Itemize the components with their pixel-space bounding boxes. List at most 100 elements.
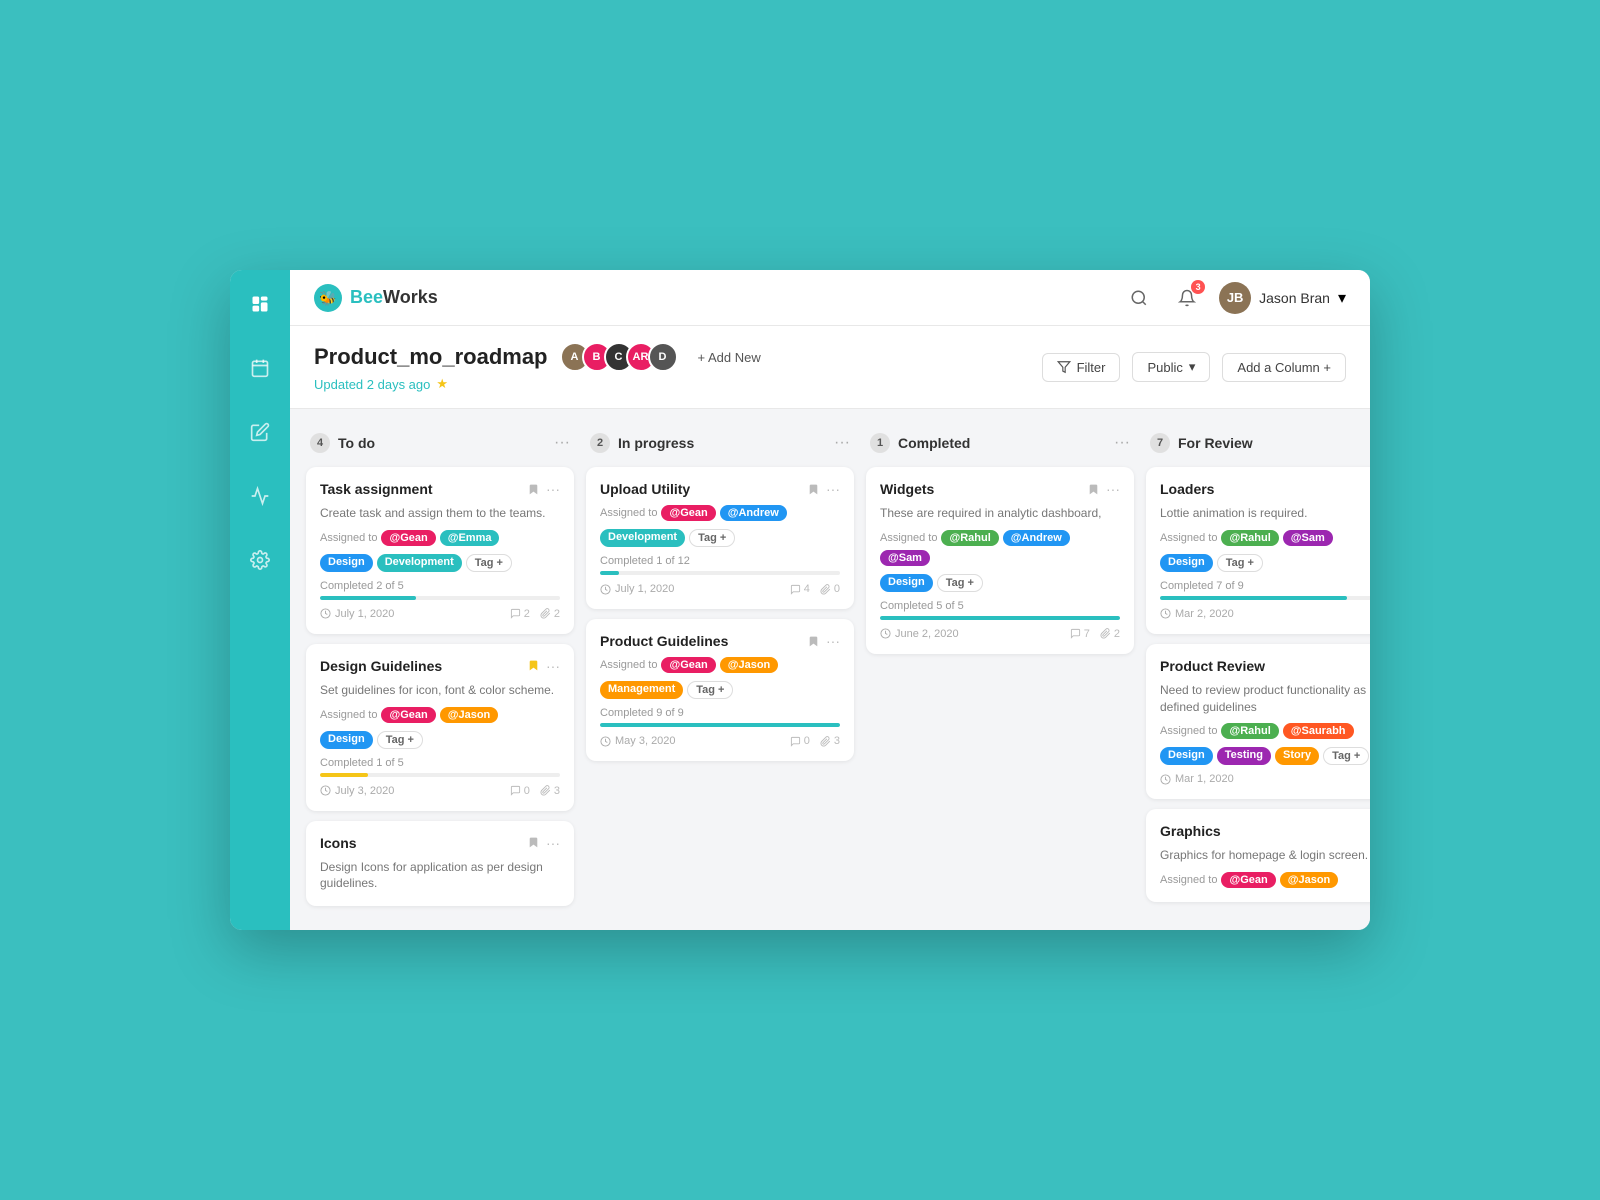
card-header: Design Guidelines ···	[320, 658, 560, 674]
progress-text: Completed 1 of 12	[600, 555, 840, 567]
card-product-guidelines: Product Guidelines ··· Assigned to @Gean…	[586, 619, 854, 761]
attachment-stat: 2	[1100, 628, 1120, 640]
board: 4 To do ··· Task assignment ··· Create t…	[290, 409, 1370, 930]
add-new-button[interactable]: + Add New	[690, 346, 769, 369]
column-title: For Review	[1178, 435, 1370, 451]
tag-design: Design	[320, 554, 373, 572]
filter-button[interactable]: Filter	[1042, 353, 1121, 382]
attachment-stat: 2	[540, 608, 560, 620]
tag-add[interactable]: Tag +	[687, 681, 733, 699]
card-assignees: Assigned to @Gean @Jason	[600, 657, 840, 673]
progress-bar	[320, 596, 560, 600]
assignee-tag: @Gean	[661, 505, 715, 521]
sidebar-item-settings[interactable]	[242, 542, 278, 578]
assignee-tag: @Rahul	[1221, 723, 1278, 739]
sidebar-item-edit[interactable]	[242, 414, 278, 450]
tag-add[interactable]: Tag +	[1217, 554, 1263, 572]
card-stats: 0 3	[790, 735, 840, 747]
card-title: Product Guidelines	[600, 633, 728, 649]
card-header: Upload Utility ···	[600, 481, 840, 497]
app-window: 🐝 BeeWorks 3 JB Jason Bran ▾	[230, 270, 1370, 930]
column-menu[interactable]: ···	[554, 434, 570, 452]
page-header-right: Filter Public ▾ Add a Column +	[1042, 352, 1346, 382]
search-button[interactable]	[1123, 282, 1155, 314]
public-button[interactable]: Public ▾	[1132, 352, 1210, 382]
card-desc: Set guidelines for icon, font & color sc…	[320, 682, 560, 699]
assignee-label: Assigned to	[1160, 874, 1217, 886]
progress-fill	[320, 596, 416, 600]
assignee-label: Assigned to	[880, 532, 937, 544]
card-menu-icon[interactable]: ···	[546, 835, 560, 851]
comment-icon	[1070, 628, 1081, 639]
attachment-icon	[820, 736, 831, 747]
sidebar-item-board[interactable]	[242, 286, 278, 322]
attachment-icon	[540, 785, 551, 796]
card-menu-icon[interactable]: ···	[826, 633, 840, 649]
progress-text: Completed 1 of 5	[320, 757, 560, 769]
progress-fill	[600, 571, 619, 575]
clock-icon	[880, 628, 891, 639]
tag-add[interactable]: Tag +	[466, 554, 512, 572]
tag-add[interactable]: Tag +	[1323, 747, 1369, 765]
card-menu-icon[interactable]: ···	[826, 481, 840, 497]
assignee-tag: @Rahul	[1221, 530, 1278, 546]
dropdown-icon: ▾	[1338, 288, 1346, 308]
tag-add[interactable]: Tag +	[937, 574, 983, 592]
notification-button[interactable]: 3	[1171, 282, 1203, 314]
column-menu[interactable]: ···	[834, 434, 850, 452]
assignee-tag: @Andrew	[1003, 530, 1070, 546]
card-assignees: Assigned to @Gean @Jason	[320, 707, 560, 723]
card-menu-icon[interactable]: ···	[1106, 481, 1120, 497]
column-menu[interactable]: ···	[1114, 434, 1130, 452]
column-todo: 4 To do ··· Task assignment ··· Create t…	[306, 429, 574, 910]
assignee-tag: @Emma	[440, 530, 500, 546]
card-header: Widgets ···	[880, 481, 1120, 497]
tag: Management	[600, 681, 683, 699]
user-menu[interactable]: JB Jason Bran ▾	[1219, 282, 1346, 314]
tag-badges: Design Tag +	[320, 731, 560, 749]
sidebar-item-calendar[interactable]	[242, 350, 278, 386]
bookmark-icon	[527, 836, 540, 849]
add-column-button[interactable]: Add a Column +	[1222, 353, 1346, 382]
sidebar-item-chart[interactable]	[242, 478, 278, 514]
main-content: 🐝 BeeWorks 3 JB Jason Bran ▾	[290, 270, 1370, 930]
assignee-tag: @Jason	[1280, 872, 1339, 888]
progress-text: Completed 9 of 9	[600, 707, 840, 719]
tag-design: Design	[1160, 747, 1213, 765]
progress-bar	[880, 616, 1120, 620]
clock-icon	[600, 736, 611, 747]
comment-stat: 4	[790, 583, 810, 595]
topnav: 🐝 BeeWorks 3 JB Jason Bran ▾	[290, 270, 1370, 326]
progress-fill	[1160, 596, 1347, 600]
comment-stat: 0	[510, 785, 530, 797]
page-header: Product_mo_roadmap A B C AR D + Add New …	[290, 326, 1370, 409]
card-title: Design Guidelines	[320, 658, 442, 674]
clock-icon	[1160, 608, 1171, 619]
card-footer: Mar 1, 2020 7	[1160, 773, 1370, 785]
card-menu-icon[interactable]: ···	[546, 658, 560, 674]
card-icons: Icons ··· Design Icons for application a…	[306, 821, 574, 907]
bookmark-icon	[807, 483, 820, 496]
column-header-forreview: 7 For Review ···	[1146, 429, 1370, 457]
svg-text:🐝: 🐝	[319, 290, 336, 307]
card-stats: 4 0	[790, 583, 840, 595]
card-header: Product Guidelines ···	[600, 633, 840, 649]
card-menu-icon[interactable]: ···	[546, 481, 560, 497]
brand-logo: 🐝	[314, 284, 342, 312]
assignee-tag: @Rahul	[941, 530, 998, 546]
card-loaders: Loaders Lottie animation is required. As…	[1146, 467, 1370, 634]
attachment-icon	[540, 608, 551, 619]
tag-add[interactable]: Tag +	[377, 731, 423, 749]
card-footer: July 1, 2020 4 0	[600, 583, 840, 595]
attachment-stat: 3	[820, 735, 840, 747]
bookmark-icon	[807, 635, 820, 648]
progress-fill	[320, 773, 368, 777]
assignee-tag: @Gean	[381, 707, 435, 723]
card-desc: These are required in analytic dashboard…	[880, 505, 1120, 522]
user-avatar: JB	[1219, 282, 1251, 314]
card-header: Task assignment ···	[320, 481, 560, 497]
column-title: Completed	[898, 435, 1106, 451]
tag-add[interactable]: Tag +	[689, 529, 735, 547]
clock-icon	[1160, 774, 1171, 785]
card-title: Upload Utility	[600, 481, 690, 497]
